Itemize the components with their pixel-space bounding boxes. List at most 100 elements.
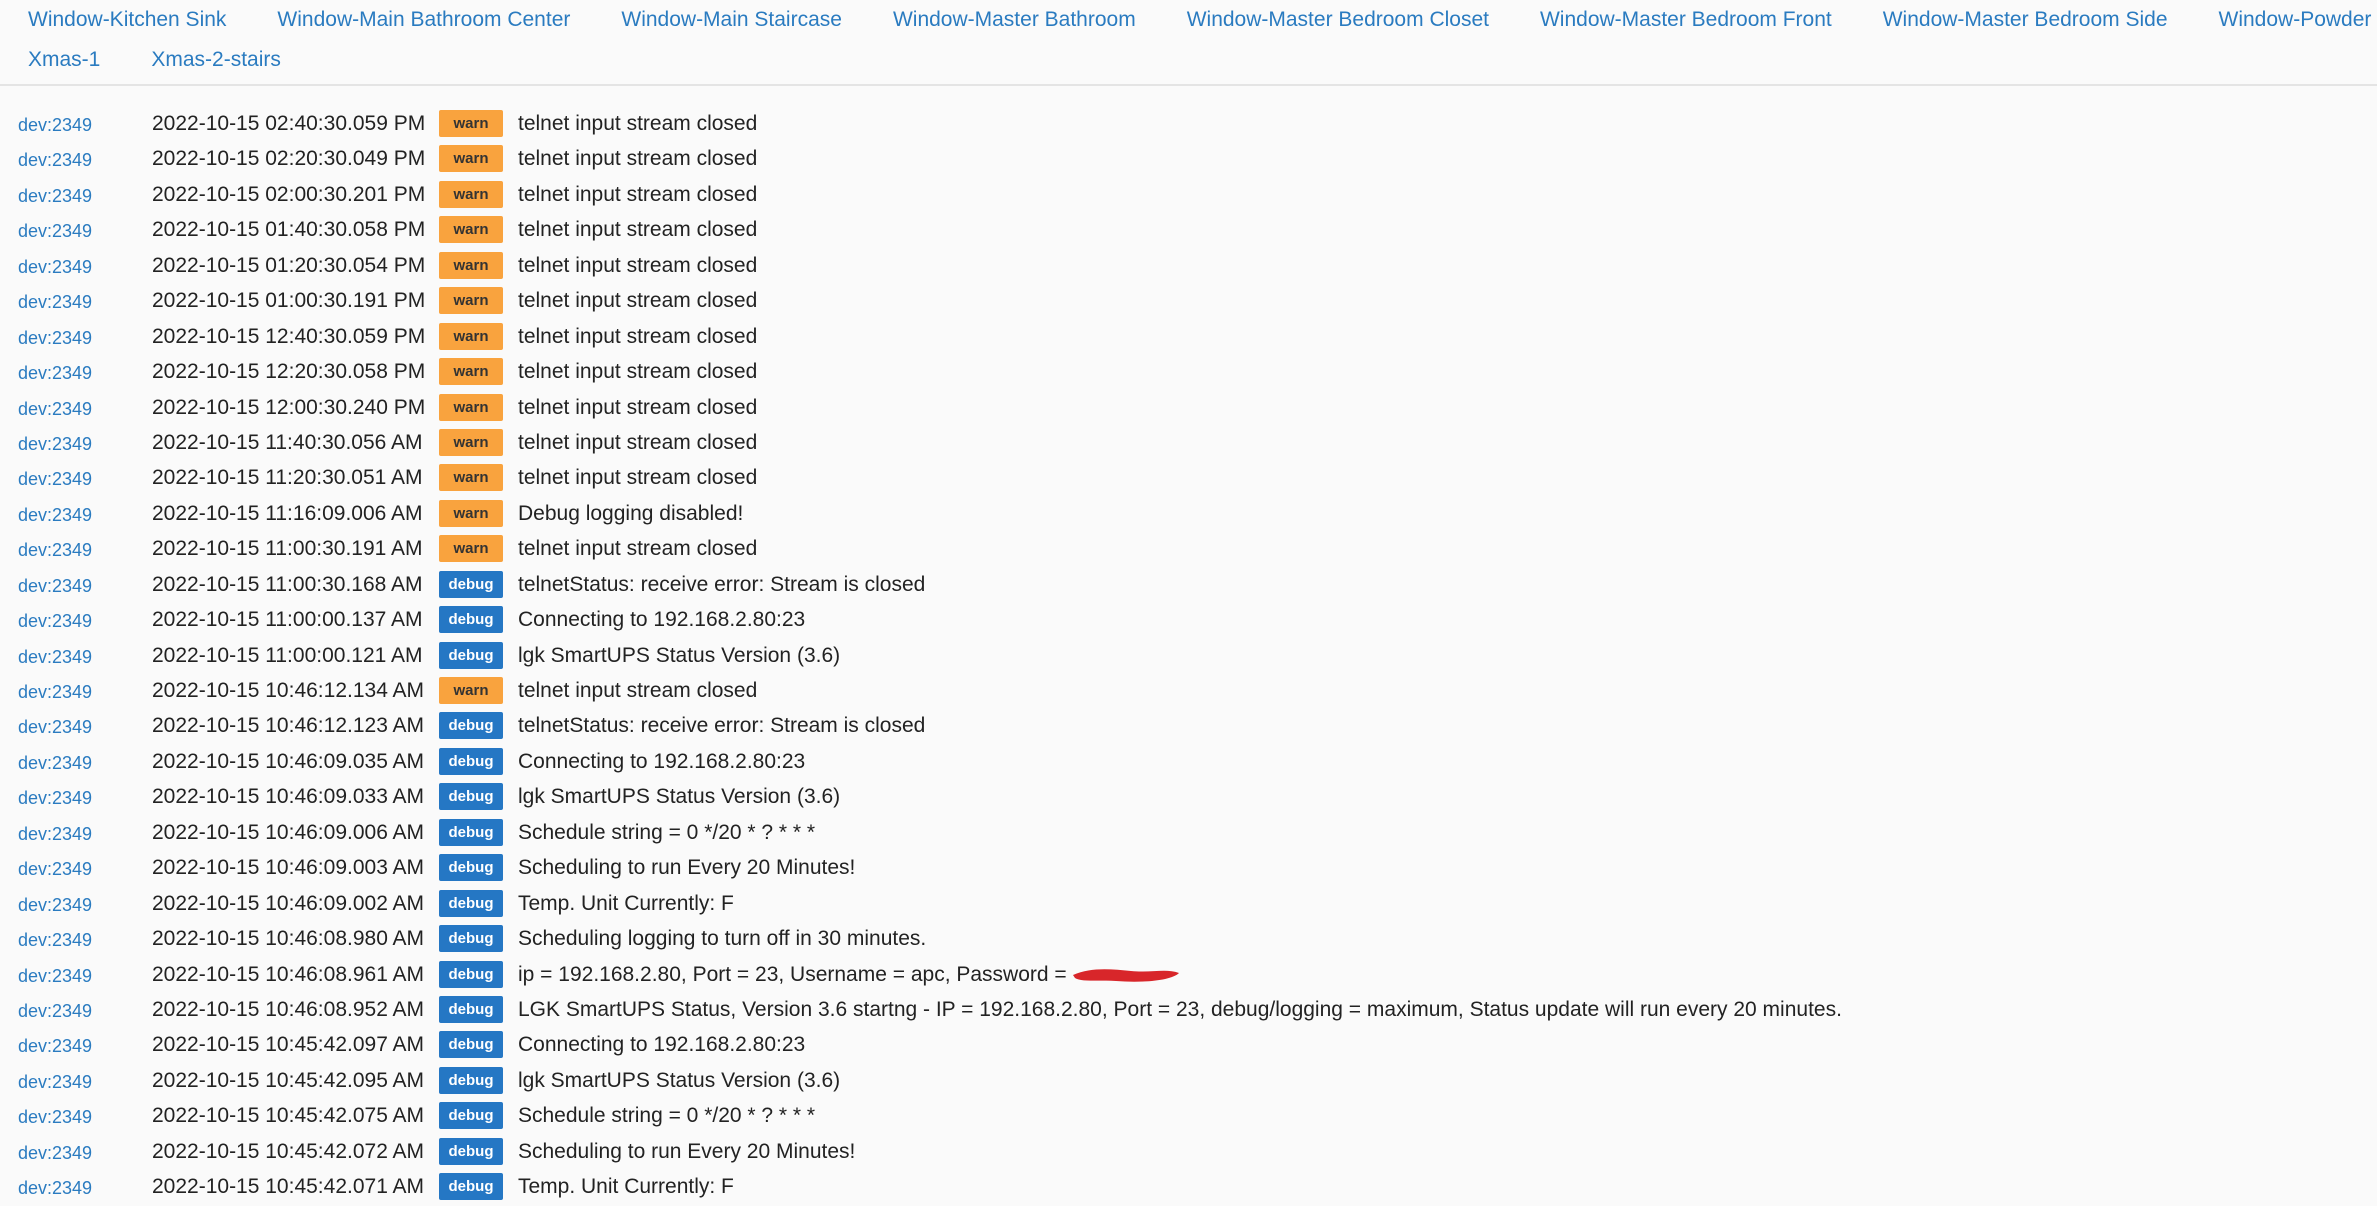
redaction-scribble-icon xyxy=(1072,969,1179,982)
device-link[interactable]: dev:2349 xyxy=(18,363,92,384)
log-row: dev:2349 2022-10-15 10:46:08.980 AM debug S… xyxy=(0,922,2377,957)
log-row: dev:2349 2022-10-15 11:40:30.056 AM warn te… xyxy=(0,426,2377,461)
log-message: telnet input stream closed xyxy=(518,396,757,420)
device-link[interactable]: dev:2349 xyxy=(18,221,92,242)
device-link[interactable]: dev:2349 xyxy=(18,1001,92,1022)
device-tab[interactable]: Window-Master Bedroom Side xyxy=(1883,8,2168,32)
device-link[interactable]: dev:2349 xyxy=(18,824,92,845)
device-link[interactable]: dev:2349 xyxy=(18,859,92,880)
log-level-badge: warn xyxy=(439,251,503,279)
device-link[interactable]: dev:2349 xyxy=(18,895,92,916)
device-link[interactable]: dev:2349 xyxy=(18,1072,92,1093)
log-timestamp: 2022-10-15 02:00:30.201 PM xyxy=(152,182,426,206)
log-row: dev:2349 2022-10-15 12:20:30.058 PM warn te… xyxy=(0,355,2377,390)
log-message-text: lgk SmartUPS Status Version (3.6) xyxy=(518,643,841,667)
device-link[interactable]: dev:2349 xyxy=(18,930,92,951)
log-row: dev:2349 2022-10-15 10:45:42.075 AM debug S… xyxy=(0,1099,2377,1134)
log-level-badge: warn xyxy=(439,535,503,563)
device-tab[interactable]: Window-Master Bedroom Closet xyxy=(1187,8,1489,32)
log-message-text: telnet input stream closed xyxy=(518,147,758,171)
log-message: telnet input stream closed xyxy=(518,679,757,703)
log-timestamp: 2022-10-15 10:46:08.961 AM xyxy=(152,962,425,986)
log-message: Connecting to 192.168.2.80:23 xyxy=(518,608,805,632)
device-link[interactable]: dev:2349 xyxy=(18,257,92,278)
device-link[interactable]: dev:2349 xyxy=(18,1143,92,1164)
log-level-badge: debug xyxy=(439,641,503,669)
log-timestamp: 2022-10-15 01:00:30.191 PM xyxy=(152,289,426,313)
device-tab[interactable]: Xmas-1 xyxy=(28,48,100,72)
log-message-text: telnetStatus: receive error: Stream is c… xyxy=(518,714,926,738)
log-row: dev:2349 2022-10-15 12:00:30.240 PM warn te… xyxy=(0,391,2377,426)
device-link[interactable]: dev:2349 xyxy=(18,186,92,207)
log-row: dev:2349 2022-10-15 11:00:30.168 AM debug t… xyxy=(0,568,2377,603)
device-link[interactable]: dev:2349 xyxy=(18,292,92,313)
log-message: lgk SmartUPS Status Version (3.6) xyxy=(518,644,840,668)
log-message: Debug logging disabled! xyxy=(518,502,743,526)
log-timestamp: 2022-10-15 10:45:42.072 AM xyxy=(152,1139,425,1163)
log-timestamp: 2022-10-15 10:46:09.033 AM xyxy=(152,785,425,809)
device-tab[interactable]: Window-Main Bathroom Center xyxy=(277,8,570,32)
device-link[interactable]: dev:2349 xyxy=(18,150,92,171)
device-link[interactable]: dev:2349 xyxy=(18,469,92,490)
log-row: dev:2349 2022-10-15 10:46:09.035 AM debug C… xyxy=(0,745,2377,780)
log-timestamp: 2022-10-15 11:00:00.137 AM xyxy=(152,608,423,632)
log-message-text: telnet input stream closed xyxy=(518,253,758,277)
device-tab[interactable]: Window-Master Bedroom Front xyxy=(1540,8,1832,32)
device-link[interactable]: dev:2349 xyxy=(18,1107,92,1128)
device-link[interactable]: dev:2349 xyxy=(18,576,92,597)
log-message-text: Scheduling logging to turn off in 30 min… xyxy=(518,927,927,951)
log-message: Schedule string = 0 */20 * ? * * * xyxy=(518,1104,815,1128)
device-link[interactable]: dev:2349 xyxy=(18,1178,92,1199)
device-link[interactable]: dev:2349 xyxy=(18,1036,92,1057)
device-link[interactable]: dev:2349 xyxy=(18,788,92,809)
device-link[interactable]: dev:2349 xyxy=(18,647,92,668)
log-row: dev:2349 2022-10-15 10:46:09.033 AM debug l… xyxy=(0,780,2377,815)
log-message: ip = 192.168.2.80, Port = 23, Username =… xyxy=(518,963,1181,987)
device-tab[interactable]: Xmas-2-stairs xyxy=(151,48,281,72)
log-level-badge: warn xyxy=(439,145,503,173)
device-link[interactable]: dev:2349 xyxy=(18,434,92,455)
log-row: dev:2349 2022-10-15 10:46:08.952 AM debug L… xyxy=(0,993,2377,1028)
log-timestamp: 2022-10-15 10:45:42.097 AM xyxy=(152,1033,425,1057)
device-link[interactable]: dev:2349 xyxy=(18,682,92,703)
device-link[interactable]: dev:2349 xyxy=(18,966,92,987)
log-level-badge: debug xyxy=(439,1102,503,1130)
log-message-text: telnet input stream closed xyxy=(518,679,758,702)
log-row: dev:2349 2022-10-15 11:20:30.051 AM warn te… xyxy=(0,461,2377,496)
log-timestamp: 2022-10-15 12:20:30.058 PM xyxy=(152,360,426,384)
log-timestamp: 2022-10-15 01:20:30.054 PM xyxy=(152,253,426,277)
device-tab[interactable]: Window-Kitchen Sink xyxy=(28,8,226,32)
log-message-text: telnet input stream closed xyxy=(518,324,758,348)
device-link[interactable]: dev:2349 xyxy=(18,505,92,526)
log-row: dev:2349 2022-10-15 10:45:42.097 AM debug C… xyxy=(0,1028,2377,1063)
device-tab[interactable]: Window-Main Staircase xyxy=(621,8,842,32)
log-level-badge: warn xyxy=(439,322,503,350)
device-link[interactable]: dev:2349 xyxy=(18,115,92,136)
log-row: dev:2349 2022-10-15 10:46:12.134 AM warn te… xyxy=(0,674,2377,709)
log-message: telnetStatus: receive error: Stream is c… xyxy=(518,573,925,597)
log-row: dev:2349 2022-10-15 01:00:30.191 PM warn te… xyxy=(0,284,2377,319)
log-message: telnet input stream closed xyxy=(518,289,757,313)
device-link[interactable]: dev:2349 xyxy=(18,753,92,774)
log-message: telnet input stream closed xyxy=(518,325,757,349)
device-tab[interactable]: Window-Master Bathroom xyxy=(893,8,1136,32)
log-level-badge: debug xyxy=(439,889,503,917)
log-message-text: telnetStatus: receive error: Stream is c… xyxy=(518,572,926,596)
log-timestamp: 2022-10-15 10:46:09.002 AM xyxy=(152,891,425,915)
log-timestamp: 2022-10-15 10:46:09.003 AM xyxy=(152,856,425,880)
device-link[interactable]: dev:2349 xyxy=(18,540,92,561)
log-row: dev:2349 2022-10-15 02:00:30.201 PM warn te… xyxy=(0,178,2377,213)
log-row: dev:2349 2022-10-15 02:20:30.049 PM warn te… xyxy=(0,142,2377,177)
device-link[interactable]: dev:2349 xyxy=(18,328,92,349)
log-row: dev:2349 2022-10-15 10:45:42.072 AM debug S… xyxy=(0,1135,2377,1170)
log-row: dev:2349 2022-10-15 10:46:09.002 AM debug T… xyxy=(0,887,2377,922)
log-row: dev:2349 2022-10-15 02:40:30.059 PM warn te… xyxy=(0,107,2377,142)
log-message-text: Connecting to 192.168.2.80:23 xyxy=(518,749,806,773)
log-message: Temp. Unit Currently: F xyxy=(518,892,734,916)
log-timestamp: 2022-10-15 10:46:08.980 AM xyxy=(152,927,425,951)
log-message-text: telnet input stream closed xyxy=(518,430,758,454)
device-link[interactable]: dev:2349 xyxy=(18,399,92,420)
device-link[interactable]: dev:2349 xyxy=(18,717,92,738)
device-link[interactable]: dev:2349 xyxy=(18,611,92,632)
device-tab[interactable]: Window-Powder xyxy=(2219,8,2372,32)
